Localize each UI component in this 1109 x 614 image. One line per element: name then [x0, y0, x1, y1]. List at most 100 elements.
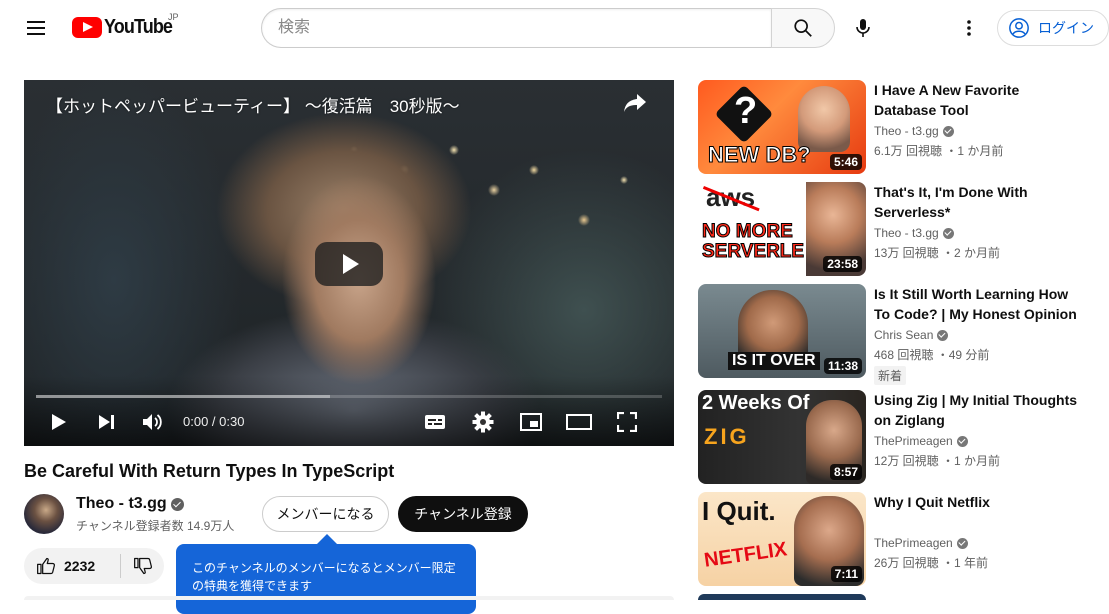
play-icon [52, 414, 66, 430]
next-button[interactable] [94, 408, 120, 436]
recommended-channel-name: Theo - t3.gg [874, 226, 939, 240]
like-button[interactable]: 2232 [24, 548, 120, 584]
netflix-logo: NETFLIX [702, 538, 789, 572]
theater-mode-icon [566, 414, 592, 430]
like-dislike-bar: 2232 [24, 548, 164, 584]
channel-avatar[interactable] [24, 494, 64, 534]
progress-buffered [36, 395, 331, 398]
account-icon [1009, 18, 1029, 38]
recommended-video[interactable]: 2 Weeks Of ZIG 8:57 Using Zig | My Initi… [698, 390, 1098, 484]
recommended-meta: 6.1万 回視聴 ・1 か月前 [874, 144, 1004, 158]
thumbs-down-icon [133, 557, 152, 575]
fullscreen-button[interactable] [614, 408, 640, 436]
question-mark-icon: ? [734, 90, 758, 132]
recommended-video[interactable]: aws NO MORE SERVERLE 23:58 That's It, I'… [698, 182, 1098, 276]
player-video-title[interactable]: 【ホットペッパービューティー】 〜復活篇 30秒版〜 [46, 92, 460, 117]
recommended-video-title[interactable]: Why I Quit Netflix [874, 492, 1084, 512]
recommended-video[interactable]: I Quit. NETFLIX 7:11 Why I Quit Netflix … [698, 492, 1098, 586]
recommended-channel-name: Theo - t3.gg [874, 124, 939, 138]
like-count: 2232 [64, 558, 96, 574]
recommended-video-title[interactable]: That's It, I'm Done With Serverless* [874, 182, 1084, 222]
recommended-video-title[interactable]: Using Zig | My Initial Thoughts on Zigla… [874, 390, 1084, 430]
login-button[interactable]: ログイン [997, 10, 1109, 46]
share-button[interactable] [622, 92, 652, 116]
miniplayer-icon [520, 413, 542, 431]
video-duration: 11:38 [823, 358, 862, 374]
recommended-video-title[interactable]: Is It Still Worth Learning How To Code? … [874, 284, 1084, 324]
recommended-video-title[interactable]: I Have A New Favorite Database Tool [874, 80, 1084, 120]
recommended-channel-name: ThePrimeagen [874, 434, 953, 448]
dislike-button[interactable] [121, 548, 164, 584]
gear-icon [472, 411, 494, 433]
thumb-caption: NO MORE SERVERLE [702, 221, 805, 262]
skip-next-icon [99, 415, 114, 429]
recommended-channel[interactable]: ThePrimeagen [874, 536, 968, 550]
large-play-button[interactable] [315, 242, 383, 286]
thumb-caption: 2 Weeks Of [702, 392, 810, 414]
share-arrow-icon [624, 94, 646, 112]
recommended-meta: 13万 回視聴 ・2 か月前 [874, 246, 1001, 260]
verified-check-icon [170, 497, 184, 511]
volume-button[interactable] [140, 408, 166, 436]
miniplayer-button[interactable] [518, 408, 544, 436]
new-badge: 新着 [874, 366, 907, 385]
login-label: ログイン [1038, 20, 1094, 36]
recommended-video[interactable]: IS IT OVER 11:38 Is It Still Worth Learn… [698, 284, 1098, 385]
fullscreen-icon [617, 412, 637, 432]
recommended-meta: 26万 回視聴 ・1 年前 [874, 556, 989, 570]
play-button[interactable] [46, 408, 72, 436]
search-input[interactable] [261, 8, 771, 48]
description-box-edge [24, 596, 674, 600]
subscribe-button[interactable]: チャンネル登録 [398, 496, 528, 532]
thumb-caption: I Quit. [702, 496, 776, 526]
video-duration: 7:11 [830, 566, 862, 582]
more-vertical-icon [967, 20, 971, 36]
logo-text: YouTube [104, 15, 173, 38]
youtube-play-icon [72, 16, 102, 38]
channel-name[interactable]: Theo - t3.gg [76, 495, 184, 513]
recommended-channel[interactable]: ThePrimeagen [874, 434, 968, 448]
video-thumbnail[interactable]: I Quit. NETFLIX 7:11 [698, 492, 866, 586]
volume-icon [143, 414, 162, 430]
region-code: JP [168, 12, 179, 22]
search-icon [794, 19, 812, 37]
progress-bar[interactable] [36, 395, 662, 398]
recommended-video[interactable]: ? NEW DB? 5:46 I Have A New Favorite Dat… [698, 80, 1098, 174]
membership-tooltip: このチャンネルのメンバーになるとメンバー限定の特典を獲得できます [176, 534, 476, 614]
video-thumbnail[interactable]: IS IT OVER 11:38 [698, 284, 866, 378]
recommended-channel[interactable]: Theo - t3.gg [874, 226, 954, 240]
search-box [261, 8, 835, 48]
youtube-logo[interactable]: YouTube [72, 14, 180, 40]
recommended-channel[interactable]: Theo - t3.gg [874, 124, 954, 138]
search-button[interactable] [771, 8, 835, 48]
video-thumbnail[interactable]: 2 Weeks Of ZIG 8:57 [698, 390, 866, 484]
video-duration: 5:46 [829, 154, 862, 170]
verified-check-icon [942, 125, 954, 137]
thumb-caption: IS IT OVER [728, 352, 820, 370]
voice-search-button[interactable] [846, 11, 880, 45]
join-membership-button[interactable]: メンバーになる [262, 496, 389, 532]
video-thumbnail[interactable]: ? NEW DB? 5:46 [698, 80, 866, 174]
video-duration: 8:57 [829, 464, 862, 480]
video-player[interactable]: 【ホットペッパービューティー】 〜復活篇 30秒版〜 0:00 / 0:30 [24, 80, 674, 446]
time-display: 0:00 / 0:30 [183, 414, 245, 429]
menu-icon [27, 21, 45, 23]
recommended-meta: 12万 回視聴 ・1 か月前 [874, 454, 1001, 468]
guide-menu-button[interactable] [20, 12, 52, 44]
settings-button[interactable] [470, 408, 496, 436]
settings-more-button[interactable] [955, 14, 983, 42]
recommended-meta: 468 回視聴 ・49 分前 [874, 348, 990, 362]
verified-check-icon [942, 227, 954, 239]
thumbs-up-icon [37, 557, 56, 575]
subtitles-button[interactable] [422, 408, 448, 436]
verified-check-icon [956, 435, 968, 447]
video-duration: 23:58 [823, 256, 862, 272]
video-title: Be Careful With Return Types In TypeScri… [24, 461, 395, 481]
subscriber-count: チャンネル登録者数 14.9万人 [76, 519, 235, 533]
subtitles-icon [425, 415, 445, 429]
recommended-channel[interactable]: Chris Sean [874, 328, 949, 342]
microphone-icon [856, 19, 870, 37]
video-thumbnail[interactable]: aws NO MORE SERVERLE 23:58 [698, 182, 866, 276]
next-thumbnail-edge[interactable] [698, 594, 866, 600]
theater-mode-button[interactable] [564, 408, 594, 436]
